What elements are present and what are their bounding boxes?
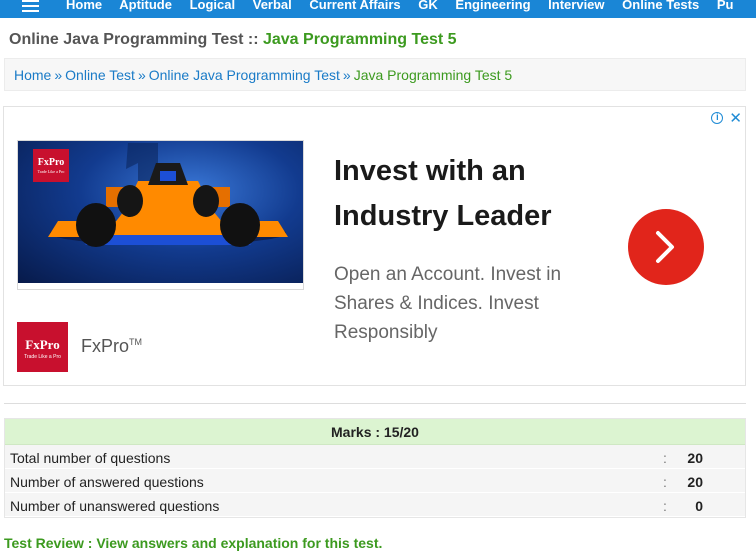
test-review-link[interactable]: Test Review : View answers and explanati… — [4, 535, 382, 551]
breadcrumb-separator: » — [137, 67, 146, 83]
breadcrumb-home[interactable]: Home — [14, 67, 51, 83]
row-value: 20 — [687, 450, 703, 466]
ad-brand-text: FxPro — [81, 336, 130, 356]
nav-item-engineering[interactable]: Engineering — [455, 0, 530, 12]
ad-brand-name[interactable]: FxProTM — [81, 336, 142, 357]
nav-item-puzzles[interactable]: Pu — [717, 0, 734, 12]
row-colon: : — [663, 474, 667, 490]
ad-image-logo-tagline: Trade Like a Pro — [37, 169, 65, 174]
nav-item-logical[interactable]: Logical — [190, 0, 236, 12]
table-row: Number of answered questions : 20 — [5, 469, 745, 493]
page-title-prefix: Online Java Programming Test :: — [9, 31, 263, 48]
ad-controls: i ✕ — [711, 109, 742, 127]
ad-cta-button[interactable] — [628, 209, 704, 285]
row-label: Number of unanswered questions — [10, 498, 220, 514]
breadcrumb: Home» Online Test» Online Java Programming… — [4, 58, 746, 91]
ad-image[interactable]: FxPro Trade Like a Pro — [17, 140, 304, 290]
ad-logo-tagline: Trade Like a Pro — [24, 354, 61, 360]
row-colon: : — [663, 498, 667, 514]
nav-item-verbal[interactable]: Verbal — [253, 0, 292, 12]
nav-item-online-tests[interactable]: Online Tests — [622, 0, 699, 12]
page-title-highlight: Java Programming Test 5 — [262, 31, 457, 48]
ad-body[interactable]: Open an Account. Invest in Shares & Indi… — [334, 260, 604, 347]
ad-headline[interactable]: Invest with an Industry Leader — [334, 149, 624, 239]
row-colon: : — [663, 450, 667, 466]
ad-logo-text: FxPro — [25, 337, 60, 352]
breadcrumb-separator: » — [342, 67, 351, 83]
ad-image-logo-text: FxPro — [37, 157, 65, 168]
breadcrumb-online-test[interactable]: Online Test — [65, 67, 135, 83]
info-icon[interactable]: i — [711, 112, 724, 124]
advertisement[interactable]: i ✕ FxPro Trade Like a Pro Invest with a… — [3, 106, 746, 386]
row-value: 0 — [695, 498, 703, 514]
table-row: Number of unanswered questions : 0 — [5, 493, 745, 517]
row-label: Total number of questions — [10, 450, 171, 466]
nav-item-current-affairs[interactable]: Current Affairs — [309, 0, 400, 12]
menu-icon[interactable] — [22, 0, 39, 14]
table-row: Total number of questions : 20 — [5, 445, 745, 469]
result-table: Marks : 15/20 Total number of questions … — [4, 418, 746, 518]
ad-brand-mark: TM — [129, 337, 143, 347]
breadcrumb-java-test[interactable]: Online Java Programming Test — [149, 67, 340, 83]
ad-image-logo: FxPro Trade Like a Pro — [33, 149, 69, 182]
divider — [4, 403, 746, 404]
breadcrumb-current: Java Programming Test 5 — [353, 67, 513, 83]
page-title: Online Java Programming Test :: Java Pro… — [9, 31, 457, 49]
marks-header: Marks : 15/20 — [5, 419, 745, 445]
nav-item-aptitude[interactable]: Aptitude — [119, 0, 172, 12]
chevron-right-icon — [656, 231, 674, 263]
nav-item-interview[interactable]: Interview — [548, 0, 604, 12]
nav-item-gk[interactable]: GK — [418, 0, 438, 12]
close-icon[interactable]: ✕ — [729, 110, 742, 127]
nav-item-home[interactable]: Home — [66, 0, 102, 12]
breadcrumb-separator: » — [54, 67, 63, 83]
nav-items: Home Aptitude Logical Verbal Current Aff… — [66, 0, 747, 12]
top-nav: Home Aptitude Logical Verbal Current Aff… — [0, 0, 756, 18]
row-value: 20 — [687, 474, 703, 490]
row-label: Number of answered questions — [10, 474, 204, 490]
ad-logo[interactable]: FxPro Trade Like a Pro — [17, 322, 68, 372]
